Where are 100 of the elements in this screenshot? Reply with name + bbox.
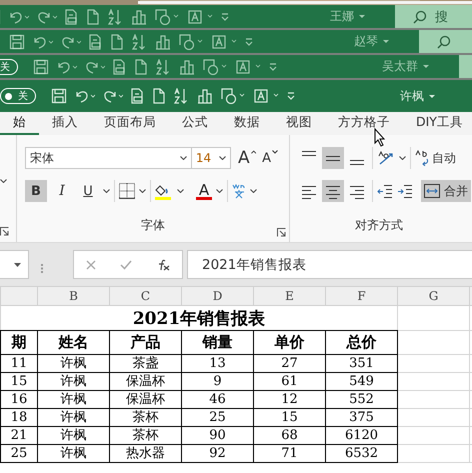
undo-icon[interactable] [33, 34, 53, 48]
ribbon-tab[interactable]: 方方格子 [325, 112, 403, 135]
customize-toolbar-icon[interactable] [287, 92, 295, 100]
undo-icon[interactable] [75, 89, 95, 103]
caret-icon[interactable] [218, 156, 226, 160]
print-preview-icon[interactable] [65, 8, 79, 24]
ribbon-tab[interactable]: 插入 [39, 112, 91, 135]
grow-font-button[interactable]: A [234, 147, 260, 169]
search-field[interactable]: 搜 [395, 5, 472, 28]
caret-icon[interactable] [216, 189, 223, 193]
font-size-field[interactable]: 14 [192, 147, 231, 169]
column-header[interactable]: E [254, 286, 326, 306]
shrink-font-button[interactable]: A [259, 147, 282, 169]
table-cell: 许枫 [38, 372, 110, 390]
shapes-icon[interactable] [179, 34, 203, 50]
caret-icon[interactable] [103, 189, 110, 193]
new-document-icon[interactable] [135, 58, 147, 74]
redo-icon[interactable] [61, 34, 81, 48]
ribbon-tab[interactable]: 页面布局 [91, 112, 169, 135]
column-header[interactable]: D [182, 286, 254, 306]
font-name-field[interactable]: 宋体 [25, 147, 192, 169]
column-header[interactable]: F [326, 286, 398, 306]
ribbon-tab[interactable]: 数据 [221, 112, 273, 135]
sort-icon[interactable] [155, 58, 171, 74]
decrease-indent-icon[interactable] [377, 184, 393, 198]
align-left-icon [301, 183, 317, 199]
ribbon-tab[interactable]: DIY工具 [403, 112, 472, 135]
bold-button[interactable]: B [25, 180, 47, 202]
customize-toolbar-icon[interactable] [221, 12, 229, 20]
sort-icon[interactable] [131, 34, 147, 50]
shapes-icon[interactable] [203, 58, 227, 74]
drag-handle-icon[interactable] [41, 264, 43, 272]
customize-toolbar-icon[interactable] [245, 38, 253, 46]
print-preview-icon[interactable] [131, 88, 145, 104]
column-header[interactable]: C [110, 286, 182, 306]
table-cell: 茶杯 [110, 408, 182, 426]
borders-icon[interactable] [119, 183, 135, 199]
formula-input[interactable]: 2021年销售报表 [187, 250, 472, 279]
wrap-text-button[interactable]: 自动 [415, 147, 456, 169]
check-icon[interactable] [120, 260, 132, 270]
caret-icon[interactable] [0, 179, 7, 183]
new-document-icon[interactable] [87, 8, 99, 24]
redo-icon[interactable] [103, 89, 123, 103]
table-cell: 71 [254, 444, 326, 462]
insert-function-icon[interactable] [156, 258, 170, 270]
customize-toolbar-icon[interactable] [269, 62, 277, 70]
chart-icon[interactable] [197, 88, 213, 104]
column-header[interactable]: G [398, 286, 470, 306]
font-color-button[interactable]: A [196, 182, 212, 200]
italic-button[interactable]: I [51, 180, 73, 202]
chart-icon[interactable] [179, 58, 195, 74]
increase-indent-icon[interactable] [397, 184, 413, 198]
user-name[interactable]: 许枫 [400, 88, 435, 104]
save-icon[interactable] [33, 58, 49, 74]
dialog-launcher-icon[interactable] [277, 228, 286, 237]
sort-icon[interactable] [173, 88, 189, 104]
autosave-toggle[interactable]: 关 [0, 58, 18, 74]
table-cell: 保温杯 [110, 372, 182, 390]
print-preview-icon[interactable] [113, 58, 127, 74]
sheet-title: 2021年销售报表 [0, 306, 398, 330]
column-header[interactable]: B [38, 286, 110, 306]
text-box-icon[interactable] [253, 88, 279, 104]
ribbon-tab[interactable]: 公式 [169, 112, 221, 135]
cancel-icon[interactable] [86, 260, 96, 270]
underline-button[interactable]: U [77, 180, 99, 202]
autosave-toggle[interactable]: 关 [0, 88, 36, 104]
caret-icon[interactable] [177, 189, 184, 193]
ribbon-tab[interactable]: 视图 [273, 112, 325, 135]
sort-icon[interactable] [107, 8, 123, 24]
undo-icon[interactable] [9, 10, 29, 24]
shapes-icon[interactable] [221, 88, 245, 104]
save-icon[interactable] [51, 88, 67, 104]
save-icon[interactable] [9, 34, 25, 50]
undo-icon[interactable] [57, 60, 77, 74]
chart-icon[interactable] [131, 8, 147, 24]
new-document-icon[interactable] [153, 88, 165, 104]
center-button[interactable] [322, 180, 344, 202]
dropdown-icon[interactable] [14, 262, 21, 266]
shapes-icon[interactable] [155, 8, 179, 24]
caret-icon[interactable] [250, 189, 257, 193]
merge-cells-button[interactable]: 合并 [421, 180, 471, 202]
caret-icon[interactable] [399, 156, 406, 160]
text-box-icon[interactable] [187, 8, 213, 24]
redo-icon[interactable] [37, 10, 57, 24]
text-orientation-icon[interactable] [377, 150, 395, 166]
table-cell: 552 [326, 390, 398, 408]
middle-align-button[interactable] [322, 147, 344, 169]
caret-icon[interactable] [180, 156, 187, 160]
redo-icon[interactable] [85, 60, 105, 74]
search-icon[interactable] [413, 10, 427, 24]
caret-icon[interactable] [139, 189, 146, 193]
table-cell: 15 [254, 408, 326, 426]
new-document-icon[interactable] [111, 34, 123, 50]
text-box-icon[interactable] [211, 34, 237, 50]
dialog-launcher-icon[interactable] [0, 227, 9, 236]
chart-icon[interactable] [155, 34, 171, 50]
text-box-icon[interactable] [235, 58, 261, 74]
print-preview-icon[interactable] [89, 34, 103, 50]
table-cell: 16 [0, 390, 38, 408]
search-icon[interactable] [437, 34, 451, 48]
